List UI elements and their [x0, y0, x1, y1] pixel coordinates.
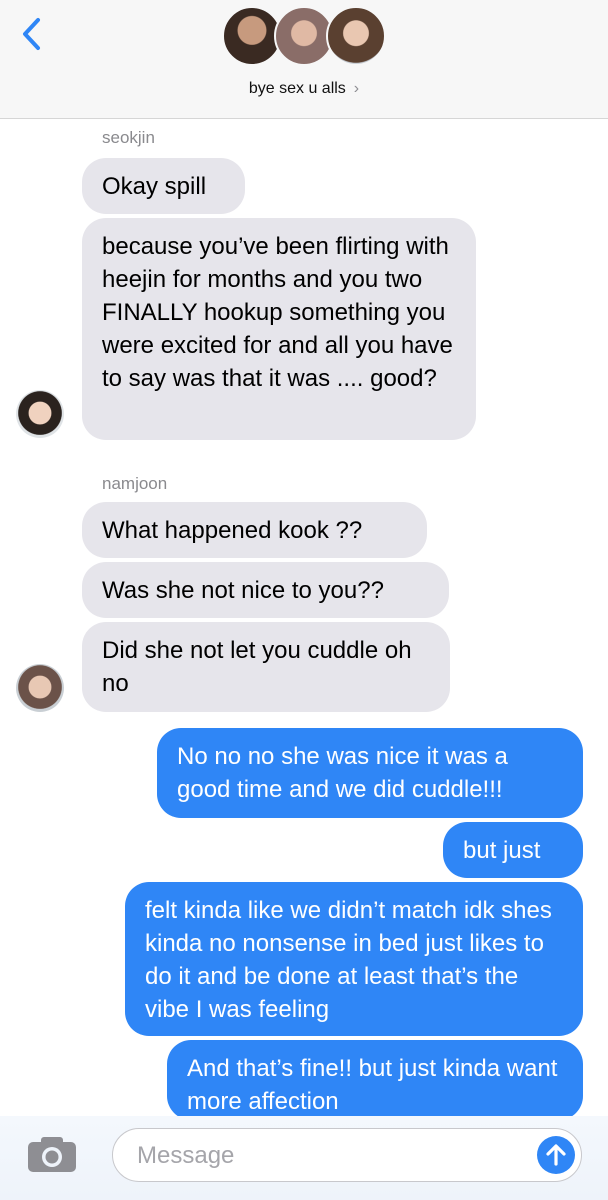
message-bubble[interactable]: Was she not nice to you?? [82, 562, 449, 618]
group-name: bye sex u alls [248, 80, 346, 97]
conversation-header: bye sex u alls › [0, 0, 608, 119]
message-input-container[interactable] [112, 1128, 582, 1182]
arrow-up-icon [546, 1144, 566, 1166]
message-input[interactable] [135, 1139, 519, 1173]
avatar[interactable] [16, 390, 64, 438]
message-bubble-outgoing[interactable]: felt kinda like we didn’t match idk shes… [125, 882, 583, 1036]
chevron-left-icon[interactable] [18, 16, 48, 52]
message-bubble[interactable]: Okay spill [82, 158, 245, 214]
message-bubble[interactable]: Did she not let you cuddle oh no [82, 622, 450, 712]
avatar [222, 6, 282, 66]
send-button[interactable] [537, 1136, 575, 1174]
conversation-title[interactable]: bye sex u alls › [0, 80, 608, 98]
message-bubble-outgoing[interactable]: No no no she was nice it was a good time… [157, 728, 583, 818]
message-bubble-outgoing[interactable]: And that’s fine!! but just kinda want mo… [167, 1040, 583, 1120]
camera-icon[interactable] [26, 1134, 78, 1174]
avatar [274, 6, 334, 66]
message-bubble[interactable]: because you’ve been flirting with heejin… [82, 218, 476, 440]
avatar[interactable] [16, 664, 64, 712]
group-avatars[interactable] [222, 6, 386, 68]
chevron-right-icon: › [353, 80, 360, 97]
sender-name: namjoon [102, 474, 168, 493]
message-bubble-outgoing[interactable]: but just [443, 822, 583, 878]
avatar [326, 6, 386, 66]
message-bubble[interactable]: What happened kook ?? [82, 502, 427, 558]
sender-name: seokjin [102, 128, 155, 147]
